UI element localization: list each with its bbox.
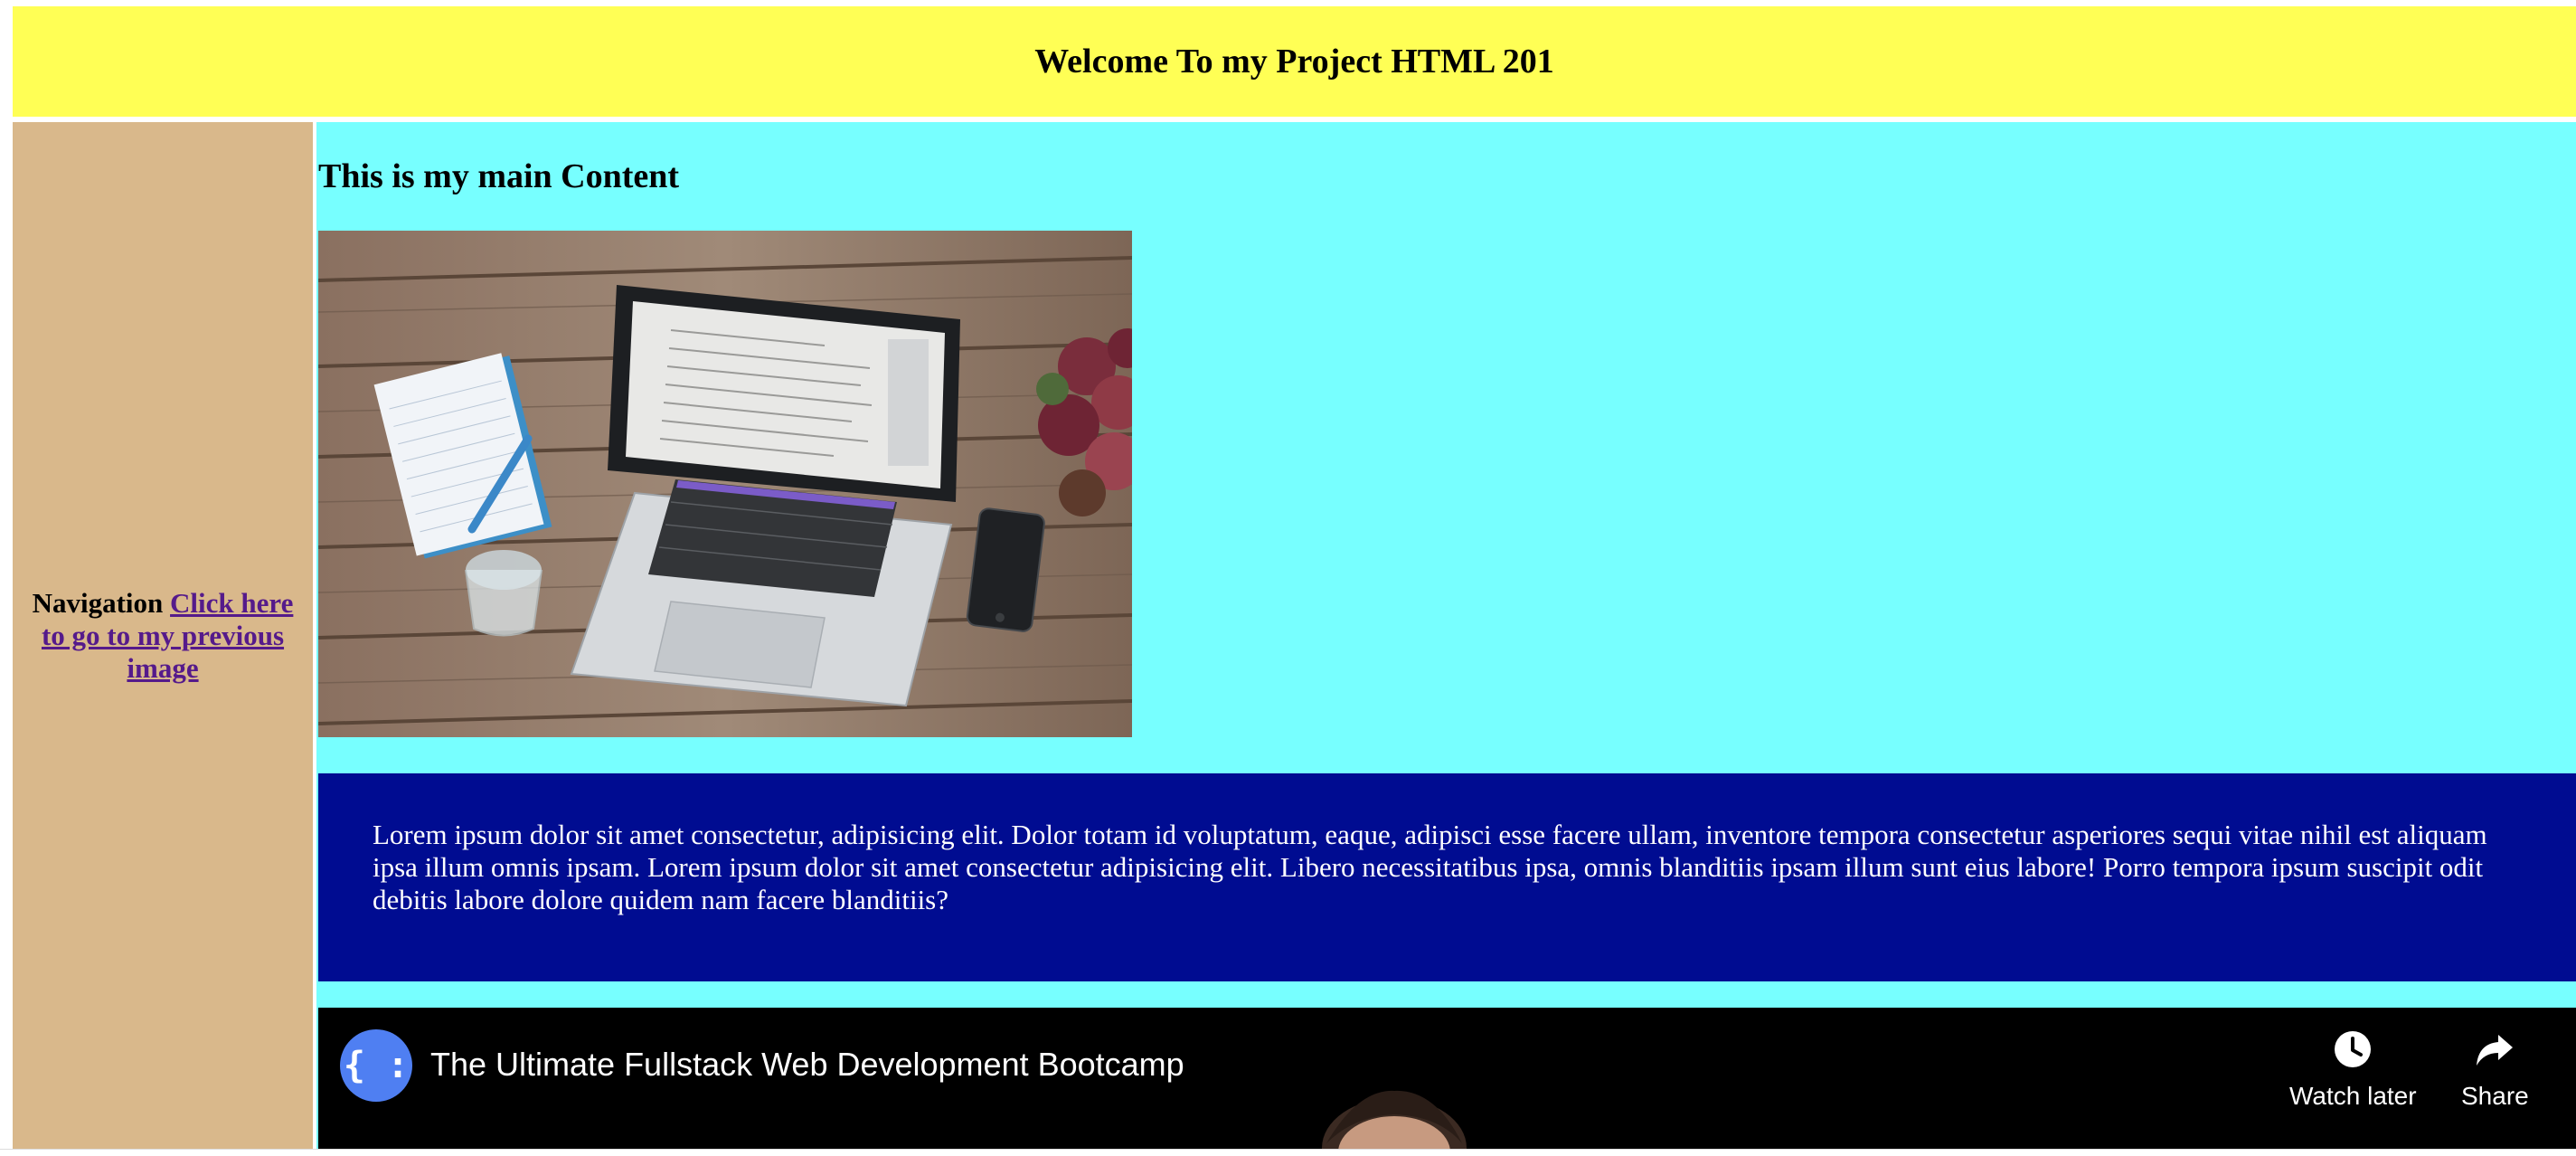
embedded-video[interactable]: { : The Ultimate Fullstack Web Developme…: [318, 1008, 2576, 1149]
share-button[interactable]: Share: [2461, 1028, 2529, 1111]
main-heading: This is my main Content: [318, 157, 680, 195]
page-title: Welcome To my Project HTML 201: [1034, 43, 1554, 81]
laptop-photo: [318, 231, 1132, 737]
share-arrow-icon: [2477, 1035, 2514, 1066]
navigation-block: Navigation Click here to go to my previo…: [13, 587, 313, 685]
share-label: Share: [2461, 1082, 2529, 1110]
clock-icon: [2335, 1031, 2372, 1067]
lorem-paragraph-block: Lorem ipsum dolor sit amet consectetur, …: [318, 773, 2576, 981]
lorem-paragraph: Lorem ipsum dolor sit amet consectetur, …: [373, 819, 2487, 915]
page: Welcome To my Project HTML 201 Navigatio…: [0, 0, 2576, 1149]
channel-logo-icon[interactable]: { :: [340, 1029, 412, 1102]
main-content: This is my main Content Lorem ipsum dolo…: [316, 122, 2576, 1149]
watch-later-label: Watch later: [2289, 1082, 2417, 1110]
page-header: Welcome To my Project HTML 201: [13, 6, 2576, 117]
navigation-sidebar: Navigation Click here to go to my previo…: [13, 122, 313, 1149]
navigation-label: Navigation: [32, 586, 164, 619]
video-thumbnail-person: [1322, 1090, 1467, 1149]
video-title-link[interactable]: The Ultimate Fullstack Web Development B…: [430, 1046, 1184, 1084]
watch-later-button[interactable]: Watch later: [2289, 1028, 2417, 1111]
